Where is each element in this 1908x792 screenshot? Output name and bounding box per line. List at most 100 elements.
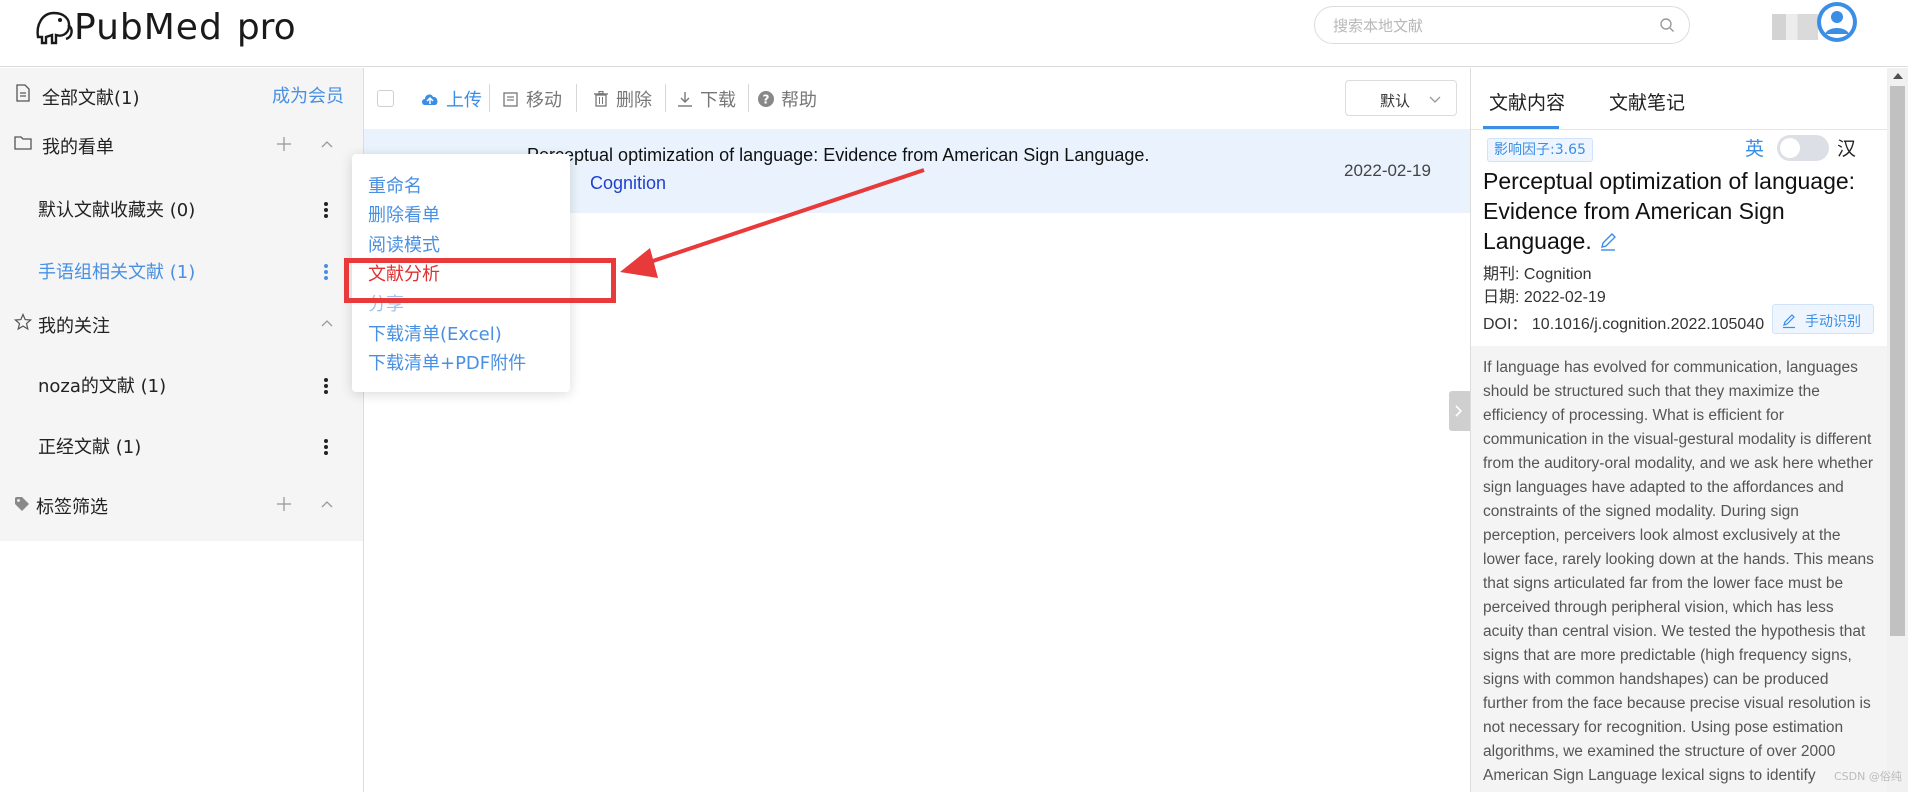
toolbar-separator	[748, 84, 749, 112]
help-label: 帮助	[781, 90, 817, 111]
upload-label: 上传	[446, 90, 482, 111]
move-label: 移动	[526, 90, 562, 111]
add-list-icon[interactable]	[276, 136, 292, 152]
chevron-up-icon[interactable]	[320, 499, 334, 509]
collapse-panel-toggle[interactable]	[1449, 391, 1470, 431]
tab-notes[interactable]: 文献笔记	[1609, 88, 1685, 115]
download-icon	[678, 92, 692, 107]
section-label: 我的关注	[38, 316, 110, 337]
toggle-knob	[1780, 138, 1800, 158]
search-box[interactable]	[1314, 6, 1690, 44]
scrollbar-thumb[interactable]	[1890, 86, 1905, 636]
sidebar-list-item-active[interactable]: 手语组相关文献 (1)	[0, 242, 363, 302]
date-label: 日期:	[1483, 289, 1520, 306]
row-title[interactable]: Perceptual optimization of language: Evi…	[527, 145, 1149, 166]
follow-item-label: noza的文献 (1)	[38, 376, 167, 397]
lang-en-label: 英	[1745, 138, 1765, 160]
toolbar-separator	[489, 84, 490, 112]
delete-button[interactable]: 删除	[592, 86, 652, 112]
download-button[interactable]: 下载	[676, 86, 736, 112]
document-icon	[16, 84, 30, 102]
cloud-upload-icon	[422, 94, 438, 105]
watermark-text: CSDN @俗纯	[1834, 770, 1902, 783]
app-header: PubMed pro	[0, 0, 1908, 67]
manual-identify-button[interactable]: 手动识别	[1772, 304, 1874, 334]
elephant-logo-icon	[36, 11, 73, 45]
tab-content[interactable]: 文献内容	[1489, 88, 1565, 115]
sidebar-list-item[interactable]: 默认文献收藏夹 (0)	[0, 180, 363, 240]
more-options-icon[interactable]	[324, 439, 330, 455]
sidebar-section-my-lists[interactable]: 我的看单	[0, 120, 363, 180]
star-icon	[14, 313, 32, 331]
doi-label: DOI：	[1483, 316, 1528, 333]
menu-item-download-pdf[interactable]: 下载清单+PDF附件	[368, 349, 526, 375]
abstract-text: If language has evolved for communicatio…	[1483, 359, 1874, 784]
delete-label: 删除	[616, 90, 652, 111]
sidebar-item-label: 全部文献(1)	[42, 88, 140, 109]
add-tag-icon[interactable]	[276, 496, 292, 512]
active-tab-indicator	[1483, 126, 1559, 129]
move-icon	[503, 92, 518, 107]
abstract-box: If language has evolved for communicatio…	[1471, 346, 1887, 792]
more-options-icon[interactable]	[324, 264, 330, 280]
language-toggle[interactable]	[1777, 135, 1829, 161]
meta-date: 日期: 2022-02-19	[1483, 283, 1606, 307]
detail-panel: 文献内容 文献笔记 影响因子:3.65 英 汉 Perceptual optim…	[1471, 68, 1887, 792]
manual-identify-label: 手动识别	[1805, 314, 1861, 330]
chevron-right-icon	[1455, 405, 1463, 417]
toolbar-separator	[665, 84, 666, 112]
select-all-checkbox[interactable]	[377, 90, 394, 107]
follow-item-label: 正经文献 (1)	[38, 437, 142, 458]
row-date: 2022-02-19	[1344, 161, 1431, 180]
detail-tabs: 文献内容 文献笔记	[1471, 68, 1887, 130]
sidebar-follow-item[interactable]: noza的文献 (1)	[0, 360, 363, 420]
chevron-down-icon	[1429, 96, 1441, 103]
tags-icon	[15, 497, 29, 511]
doi-value: 10.1016/j.cognition.2022.105040	[1531, 316, 1765, 333]
logo-suffix: pro	[236, 6, 296, 48]
section-label: 标签筛选	[36, 497, 108, 518]
sort-select[interactable]: 默认	[1345, 80, 1457, 116]
lang-zh-label: 汉	[1837, 138, 1857, 160]
detail-title-text: Perceptual optimization of language: Evi…	[1483, 168, 1856, 254]
journal-value: Cognition	[1523, 266, 1592, 283]
menu-item-download-excel[interactable]: 下载清单(Excel)	[368, 320, 502, 346]
date-value: 2022-02-19	[1523, 289, 1606, 306]
sidebar-section-my-follows[interactable]: 我的关注	[0, 300, 363, 360]
meta-doi: DOI： 10.1016/j.cognition.2022.105040	[1483, 310, 1764, 334]
svg-text:?: ?	[763, 93, 770, 107]
user-avatar-icon[interactable]	[1810, 0, 1860, 46]
folder-icon	[14, 136, 32, 150]
journal-label: 期刊:	[1483, 266, 1520, 283]
menu-item-rename[interactable]: 重命名	[368, 172, 422, 198]
move-button[interactable]: 移动	[502, 86, 562, 112]
list-toolbar: 上传 移动 删除 下载 ? 帮助 默认	[364, 68, 1470, 130]
become-member-link[interactable]: 成为会员	[272, 82, 344, 108]
help-button[interactable]: ? 帮助	[757, 86, 817, 112]
toolbar-separator	[576, 84, 577, 112]
chevron-up-icon[interactable]	[320, 139, 334, 149]
app-logo[interactable]: PubMed pro	[34, 4, 296, 50]
more-options-icon[interactable]	[324, 378, 330, 394]
annotation-highlight-box	[344, 258, 616, 303]
impact-factor-badge: 影响因子:3.65	[1487, 138, 1593, 162]
more-options-icon[interactable]	[324, 202, 330, 218]
scroll-up-arrow-icon[interactable]	[1891, 71, 1905, 81]
sidebar: 全部文献(1) 成为会员 我的看单 默认文献收藏夹 (0) 手语组相关文献 (1…	[0, 68, 363, 541]
edit-pencil-icon[interactable]	[1598, 232, 1618, 252]
search-input[interactable]	[1333, 15, 1633, 37]
menu-item-reading-mode[interactable]: 阅读模式	[368, 231, 440, 257]
search-icon[interactable]	[1659, 17, 1675, 33]
sidebar-item-all-docs[interactable]: 全部文献(1) 成为会员	[0, 68, 363, 128]
edit-pencil-icon	[1783, 314, 1795, 329]
sort-value: 默认	[1380, 92, 1411, 110]
upload-button[interactable]: 上传	[420, 86, 482, 112]
chevron-up-icon[interactable]	[320, 318, 334, 328]
sidebar-section-tags[interactable]: 标签筛选	[0, 481, 363, 541]
meta-journal: 期刊: Cognition	[1483, 260, 1592, 284]
section-label: 我的看单	[42, 137, 114, 158]
list-item-label: 手语组相关文献 (1)	[38, 262, 196, 283]
row-journal: Cognition	[590, 173, 667, 193]
menu-item-delete-list[interactable]: 删除看单	[368, 201, 440, 227]
sidebar-follow-item[interactable]: 正经文献 (1)	[0, 421, 363, 481]
